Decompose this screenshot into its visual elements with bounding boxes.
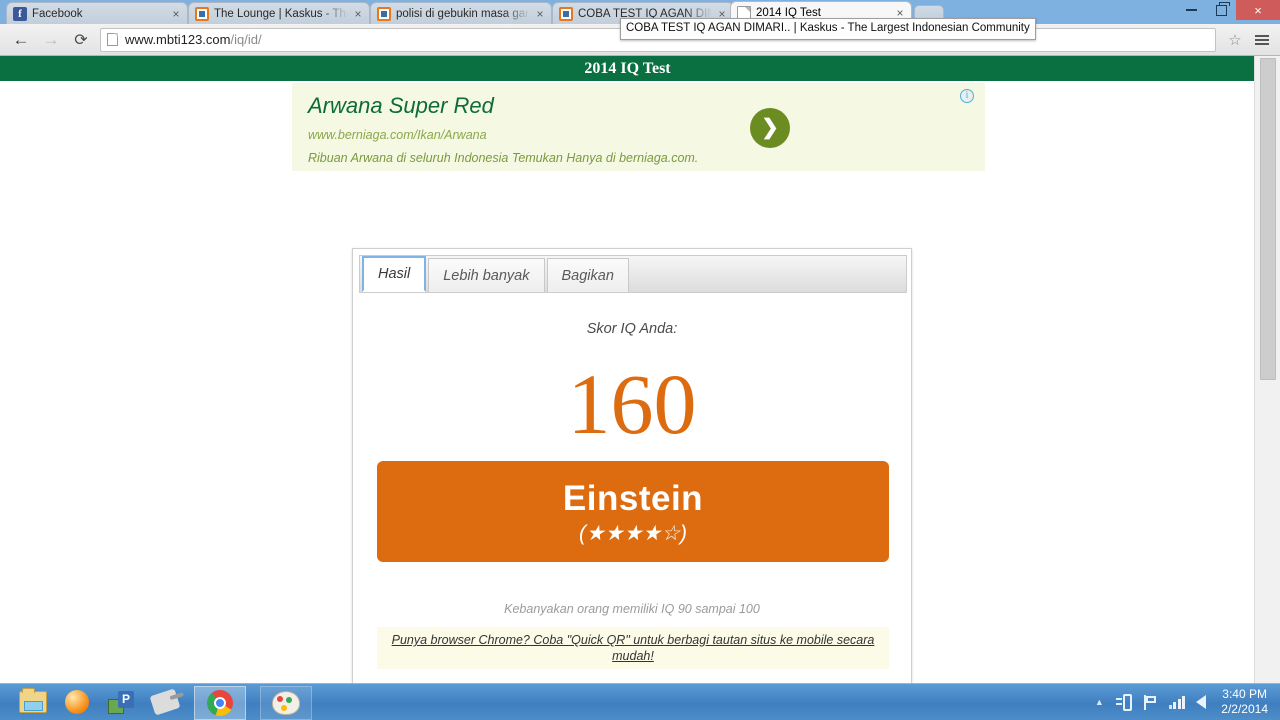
system-tray: ▲ 3:40 PM 2/2/2014 — [1095, 684, 1280, 720]
page-viewport: 2014 IQ Test Arwana Super Red www.bernia… — [0, 56, 1280, 684]
kaskus-icon — [195, 6, 209, 21]
reload-icon[interactable]: ⟳ — [66, 25, 96, 55]
browser-window: f Facebook × The Lounge | Kaskus - The ×… — [0, 0, 1280, 684]
quick-qr-promo-link[interactable]: Punya browser Chrome? Coba "Quick QR" un… — [377, 627, 889, 669]
advertisement[interactable]: Arwana Super Red www.berniaga.com/Ikan/A… — [292, 83, 985, 171]
clock-date: 2/2/2014 — [1221, 702, 1268, 716]
rank-name: Einstein — [562, 479, 704, 518]
ad-description: Ribuan Arwana di seluruh Indonesia Temuk… — [308, 151, 699, 165]
browser-tab-polisi[interactable]: polisi di gebukin masa gar × — [370, 2, 552, 24]
chrome-taskbar-button[interactable] — [194, 685, 246, 720]
chrome-menu-icon[interactable] — [1248, 25, 1276, 55]
paint-icon — [272, 690, 300, 715]
tab-bagikan[interactable]: Bagikan — [546, 258, 629, 292]
card-tab-bar: Hasil Lebih banyak Bagikan — [359, 255, 907, 293]
url-domain: www.mbti123.com — [125, 32, 231, 47]
rank-banner: Einstein (★★★★☆) — [377, 461, 889, 562]
ad-arrow-icon[interactable]: ❯ — [750, 108, 790, 148]
window-controls: × — [1176, 0, 1280, 20]
restore-button[interactable] — [1206, 0, 1236, 20]
network-signal-icon[interactable] — [1168, 695, 1186, 709]
clock-time: 3:40 PM — [1222, 687, 1267, 701]
chrome-icon — [207, 689, 233, 716]
vertical-scrollbar[interactable] — [1254, 56, 1280, 684]
forward-icon[interactable]: → — [36, 25, 66, 55]
url-text: www.mbti123.com/iq/id/ — [125, 32, 262, 47]
tab-title: polisi di gebukin masa gar — [396, 7, 529, 20]
url-path: /iq/id/ — [230, 32, 262, 47]
tab-hasil[interactable]: Hasil — [362, 256, 427, 292]
minimize-button[interactable] — [1176, 0, 1206, 20]
tab-close-icon[interactable]: × — [169, 7, 183, 21]
volume-icon[interactable] — [1196, 695, 1207, 709]
show-hidden-icons-icon[interactable]: ▲ — [1095, 697, 1104, 707]
score-value: 160 — [567, 356, 697, 452]
back-icon[interactable]: ← — [6, 25, 36, 55]
battery-icon[interactable] — [1115, 693, 1132, 711]
file-explorer-icon[interactable] — [18, 687, 48, 717]
scrollbar-thumb[interactable] — [1260, 58, 1276, 380]
tab-title: The Lounge | Kaskus - The — [214, 7, 348, 20]
score-note: Kebanyakan orang memiliki IQ 90 sampai 1… — [504, 602, 760, 616]
result-card: Hasil Lebih banyak Bagikan Skor IQ Anda:… — [352, 248, 912, 684]
media-player-icon[interactable] — [62, 687, 92, 717]
brush-tool-icon[interactable] — [149, 687, 181, 717]
score-label: Skor IQ Anda: — [586, 321, 678, 337]
action-flag-icon[interactable] — [1143, 694, 1158, 710]
close-window-button[interactable]: × — [1236, 0, 1280, 20]
browser-tab-kaskus-lounge[interactable]: The Lounge | Kaskus - The × — [188, 2, 370, 24]
bookmark-star-icon[interactable]: ☆ — [1222, 25, 1248, 55]
screen: f Facebook × The Lounge | Kaskus - The ×… — [0, 0, 1280, 720]
tab-close-icon[interactable]: × — [351, 7, 365, 21]
browser-tab-facebook[interactable]: f Facebook × — [6, 2, 188, 24]
ad-url[interactable]: www.berniaga.com/Ikan/Arwana — [308, 128, 487, 142]
taskbar-items — [18, 684, 312, 720]
clock[interactable]: 3:40 PM 2/2/2014 — [1217, 687, 1280, 717]
rank-stars: (★★★★☆) — [578, 522, 688, 545]
tab-tooltip: COBA TEST IQ AGAN DIMARI.. | Kaskus - Th… — [620, 18, 1036, 40]
paint-taskbar-button[interactable] — [260, 685, 312, 720]
page-info-icon — [107, 33, 118, 46]
tab-close-icon[interactable]: × — [533, 7, 547, 21]
tab-lebih-banyak[interactable]: Lebih banyak — [428, 258, 545, 292]
tab-title: Facebook — [32, 7, 83, 20]
office-app-icon[interactable] — [106, 687, 136, 717]
kaskus-icon — [559, 6, 573, 21]
windows-taskbar: ▲ 3:40 PM 2/2/2014 — [0, 683, 1280, 720]
adchoices-info-icon[interactable]: i — [960, 89, 974, 103]
kaskus-icon — [377, 6, 391, 21]
page-title: 2014 IQ Test — [0, 56, 1255, 81]
facebook-icon: f — [13, 6, 27, 21]
ad-title[interactable]: Arwana Super Red — [308, 93, 494, 119]
